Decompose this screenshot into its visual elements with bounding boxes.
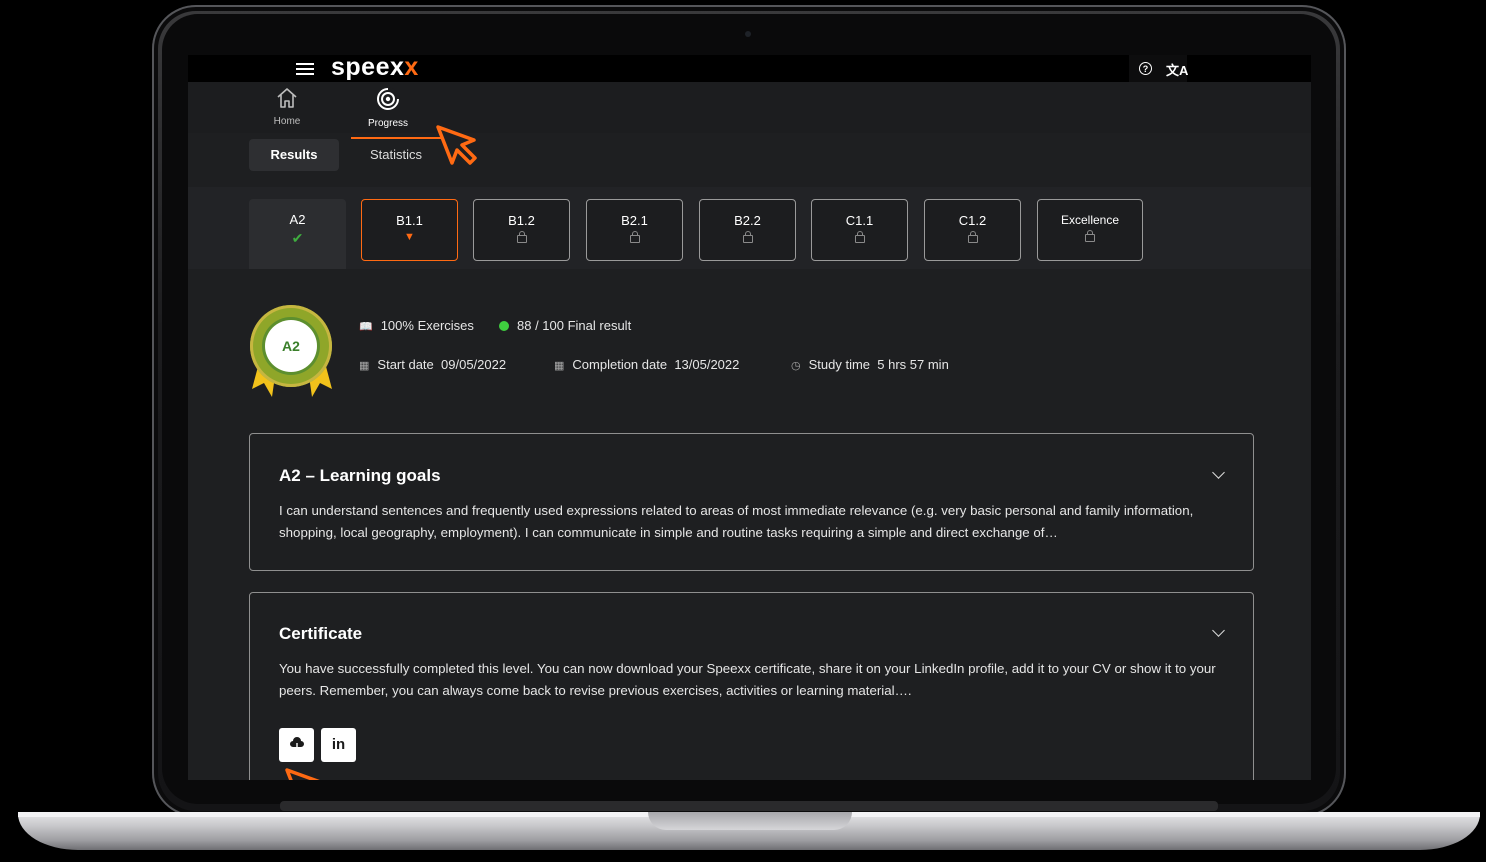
hamburger-menu-icon[interactable]: [296, 63, 314, 75]
exercises-text: 100% Exercises: [380, 318, 474, 333]
learning-goals-text: I can understand sentences and frequentl…: [279, 503, 1194, 540]
chevron-down-icon[interactable]: [1212, 624, 1225, 637]
speexx-logo[interactable]: speexx: [331, 55, 419, 82]
laptop-notch: [648, 812, 852, 830]
lock-icon: [629, 231, 640, 243]
app-screen: speexx ? 文A Home Progress Results Statis…: [188, 55, 1311, 780]
exercises-stat: 📖 100% Exercises: [359, 318, 474, 333]
level-tile-a2[interactable]: A2 ✔: [249, 199, 346, 269]
help-icon[interactable]: ?: [1139, 62, 1152, 75]
tab-results[interactable]: Results: [249, 139, 339, 171]
calendar-icon: ▦: [359, 360, 370, 372]
start-date-stat: ▦ Start date 09/05/2022: [359, 357, 506, 372]
learning-goals-card: A2 – Learning goals I can understand sen…: [249, 433, 1254, 571]
main-nav: Home Progress: [188, 82, 1311, 133]
book-icon: 📖: [359, 321, 373, 333]
lock-icon: [516, 231, 527, 243]
level-badge-label: A2: [265, 320, 317, 372]
nav-item-progress[interactable]: Progress: [358, 87, 418, 129]
nav-item-progress-label: Progress: [367, 118, 408, 129]
calendar-icon: ▦: [554, 360, 565, 372]
level-tile-b1-2[interactable]: B1.2: [473, 199, 570, 261]
progress-icon: [377, 87, 400, 110]
start-date-value: 09/05/2022: [441, 357, 507, 372]
level-tile-b2-1[interactable]: B2.1: [586, 199, 683, 261]
nav-item-home-label: Home: [273, 116, 301, 127]
level-name: B2.2: [734, 213, 761, 228]
study-time-value: 5 hrs 57 min: [877, 357, 949, 372]
level-tile-excellence[interactable]: Excellence: [1037, 199, 1143, 261]
level-name: A2: [289, 212, 306, 227]
clock-icon: ◷: [791, 360, 801, 372]
study-time-stat: ◷ Study time 5 hrs 57 min: [791, 357, 949, 372]
tab-statistics[interactable]: Statistics: [351, 137, 441, 171]
study-time-label: Study time: [808, 357, 871, 372]
nav-item-home[interactable]: Home: [257, 87, 317, 127]
lock-icon: [742, 231, 753, 243]
completion-date-stat: ▦ Completion date 13/05/2022: [554, 357, 739, 372]
level-name: B1.2: [508, 213, 535, 228]
share-linkedin-button[interactable]: in: [321, 728, 356, 762]
subtabs: Results Statistics: [188, 133, 588, 173]
check-icon: ✔: [291, 230, 304, 246]
lock-icon: [1085, 230, 1095, 242]
certificate-title: Certificate: [279, 624, 363, 643]
camera: [745, 31, 751, 37]
final-result-text: 88 / 100 Final result: [517, 318, 632, 333]
level-name: B2.1: [621, 213, 648, 228]
level-name: Excellence: [1060, 213, 1120, 227]
home-icon: [277, 88, 297, 108]
laptop-hinge: [280, 801, 1218, 811]
translate-icon[interactable]: 文A: [1166, 60, 1188, 79]
level-tile-b2-2[interactable]: B2.2: [699, 199, 796, 261]
level-name: B1.1: [396, 213, 423, 228]
certificate-card: Certificate You have successfully comple…: [249, 592, 1254, 780]
lock-icon: [967, 231, 978, 243]
level-name: C1.1: [845, 213, 874, 228]
linkedin-icon: in: [331, 736, 346, 753]
completion-date-value: 13/05/2022: [674, 357, 740, 372]
learning-goals-title: A2 – Learning goals: [279, 466, 441, 485]
level-name: C1.2: [958, 213, 987, 228]
status-dot: [499, 321, 509, 331]
level-tile-c1-1[interactable]: C1.1: [811, 199, 908, 261]
pointer-cursor-icon: [285, 768, 320, 780]
top-bar: speexx ? 文A: [188, 55, 1311, 82]
level-tile-c1-2[interactable]: C1.2: [924, 199, 1021, 261]
start-date-label: Start date: [377, 357, 434, 372]
chevron-down-icon[interactable]: [1212, 466, 1225, 479]
pointer-cursor-icon: [436, 125, 477, 165]
completion-date-label: Completion date: [572, 357, 668, 372]
current-marker-icon: ▼: [404, 231, 415, 243]
lock-icon: [854, 231, 865, 243]
final-result-stat: 88 / 100 Final result: [499, 318, 631, 333]
certificate-text: You have successfully completed this lev…: [279, 661, 1216, 698]
cloud-download-icon: [289, 737, 304, 751]
download-certificate-button[interactable]: [279, 728, 314, 762]
level-tile-b1-1[interactable]: B1.1 ▼: [361, 199, 458, 261]
